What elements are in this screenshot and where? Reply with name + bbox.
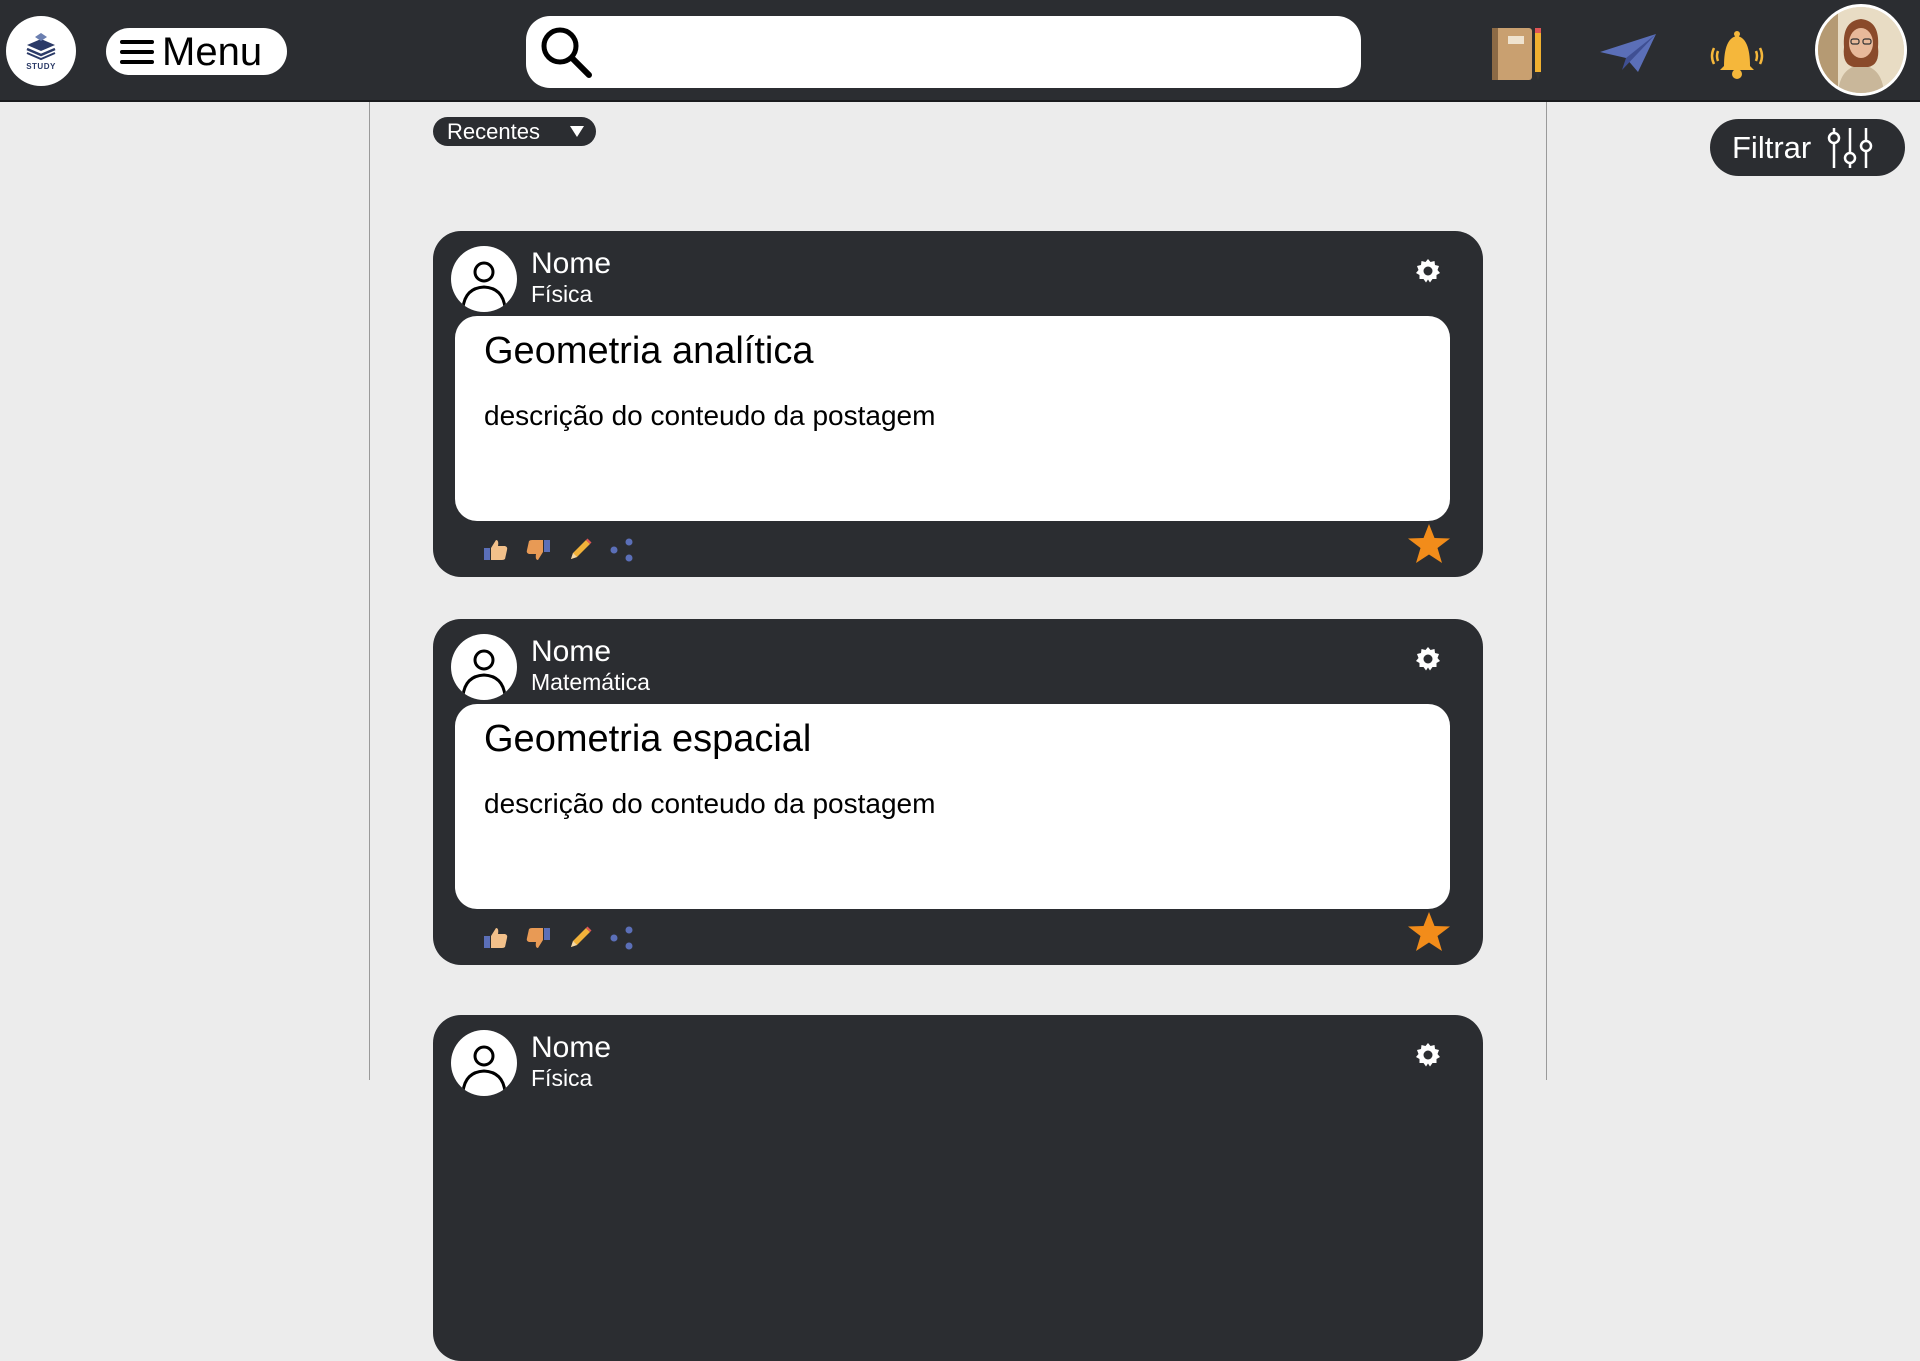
share-button[interactable] (609, 537, 635, 563)
sort-dropdown[interactable]: Recentes (433, 117, 596, 146)
filter-label: Filtrar (1732, 129, 1812, 165)
post-content[interactable]: Geometria espacial descrição do conteudo… (455, 704, 1450, 909)
search-icon[interactable] (538, 24, 594, 80)
like-icon (484, 928, 508, 948)
settings-icon[interactable] (1414, 257, 1442, 285)
author-avatar[interactable] (451, 1030, 517, 1096)
bell-icon[interactable] (1706, 26, 1768, 82)
edit-button[interactable] (567, 537, 593, 563)
dislike-icon (526, 928, 550, 948)
app-logo[interactable]: STUDY (6, 16, 76, 86)
edit-button[interactable] (567, 925, 593, 951)
menu-button[interactable]: Menu (106, 28, 287, 75)
edit-icon (571, 538, 592, 559)
notebook-icon[interactable] (1488, 24, 1546, 82)
logo-text: STUDY (26, 62, 56, 71)
share-button[interactable] (609, 925, 635, 951)
book-stack-icon (26, 33, 56, 61)
share-icon (610, 538, 633, 562)
author-avatar[interactable] (451, 246, 517, 312)
user-photo (1818, 7, 1904, 93)
user-icon (461, 1045, 507, 1093)
favorite-star-icon[interactable] (1407, 911, 1451, 953)
post-subject: Física (531, 281, 593, 307)
share-icon (610, 926, 633, 950)
like-button[interactable] (483, 926, 509, 950)
post-actions (483, 537, 635, 563)
post-title: Geometria espacial (484, 718, 812, 760)
filter-sliders-icon (1827, 127, 1873, 168)
menu-label: Menu (162, 29, 263, 74)
post-subject: Matemática (531, 669, 650, 695)
search-input[interactable] (604, 21, 1361, 83)
hamburger-icon (120, 39, 154, 64)
post-author[interactable]: Nome (531, 247, 611, 281)
settings-icon[interactable] (1414, 645, 1442, 673)
settings-icon[interactable] (1414, 1041, 1442, 1069)
filter-button[interactable]: Filtrar (1710, 119, 1905, 176)
post-actions (483, 925, 635, 951)
sort-label: Recentes (447, 118, 540, 144)
post-subject: Física (531, 1065, 593, 1091)
post-card: Nome Física (433, 1015, 1483, 1361)
top-bar: STUDY Menu (0, 0, 1920, 102)
post-card: Nome Física Geometria analítica descriçã… (433, 231, 1483, 577)
send-icon[interactable] (1598, 32, 1658, 76)
user-icon (461, 261, 507, 309)
search-bar (526, 16, 1361, 88)
post-description: descrição do conteudo da postagem (484, 788, 936, 819)
chevron-down-icon (570, 126, 584, 137)
post-author[interactable]: Nome (531, 635, 611, 669)
dislike-button[interactable] (525, 926, 551, 950)
like-button[interactable] (483, 538, 509, 562)
dislike-icon (526, 540, 550, 560)
favorite-star-icon[interactable] (1407, 523, 1451, 565)
dislike-button[interactable] (525, 538, 551, 562)
post-content[interactable]: Geometria analítica descrição do conteud… (455, 316, 1450, 521)
edit-icon (571, 926, 592, 947)
post-description: descrição do conteudo da postagem (484, 400, 936, 431)
post-card: Nome Matemática Geometria espacial descr… (433, 619, 1483, 965)
post-author[interactable]: Nome (531, 1031, 611, 1065)
user-icon (461, 649, 507, 697)
author-avatar[interactable] (451, 634, 517, 700)
user-avatar[interactable] (1815, 4, 1907, 96)
like-icon (484, 540, 508, 560)
post-title: Geometria analítica (484, 330, 814, 372)
